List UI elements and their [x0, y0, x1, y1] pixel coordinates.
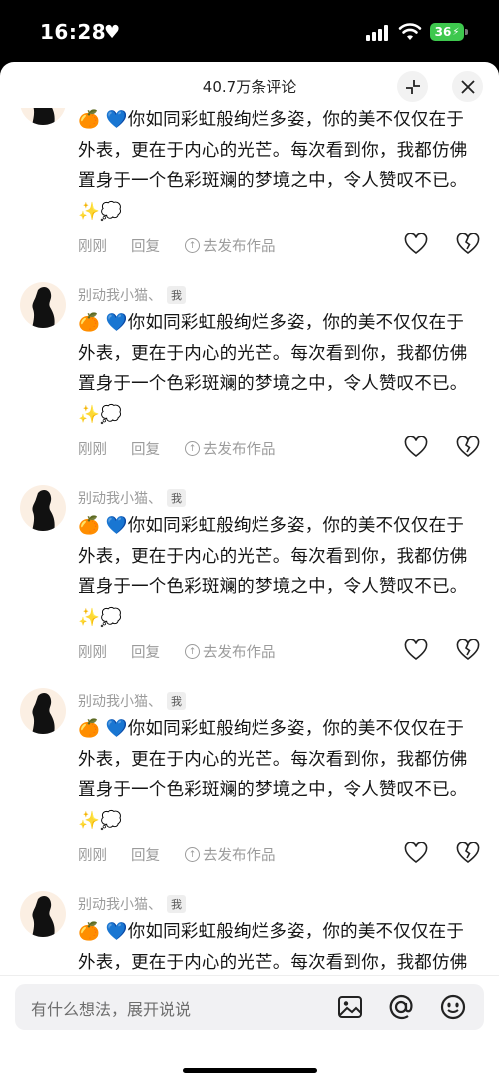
comment-time: 刚刚	[78, 239, 107, 255]
comment-header: 别动我小猫、 我	[78, 894, 186, 914]
comment-item: 🍊 💙你如同彩虹般绚烂多姿，你的美不仅仅在于外表，更在于内心的光芒。每次看到你，…	[0, 108, 499, 282]
comment-header: 别动我小猫、 我	[78, 691, 186, 711]
avatar-silhouette-icon	[32, 489, 55, 531]
upload-icon: ↑	[185, 847, 200, 862]
comment-item: 别动我小猫、 我 🍊 💙你如同彩虹般绚烂多姿，你的美不仅仅在于外表，更在于内心的…	[0, 282, 499, 485]
cellular-signal-icon	[366, 25, 390, 41]
me-badge: 我	[167, 895, 186, 913]
comment-time: 刚刚	[78, 645, 107, 661]
like-heart-icon[interactable]	[404, 639, 428, 661]
comment-time: 刚刚	[78, 848, 107, 864]
publish-label: 去发布作品	[203, 442, 276, 458]
publish-label: 去发布作品	[203, 645, 276, 661]
avatar-silhouette-icon	[32, 108, 55, 125]
comment-time: 刚刚	[78, 442, 107, 458]
comment-actions: 刚刚 回复 ↑ 去发布作品	[78, 842, 480, 868]
me-badge: 我	[167, 286, 186, 304]
home-indicator	[183, 1068, 317, 1073]
avatar-silhouette-icon	[32, 895, 55, 937]
publish-button[interactable]: ↑ 去发布作品	[185, 438, 276, 459]
status-time: 16:28	[40, 20, 107, 44]
reply-button[interactable]: 回复	[131, 235, 160, 256]
comment-item: 别动我小猫、 我 🍊 💙你如同彩虹般绚烂多姿，你的美不仅仅在于外表，更在于内心的…	[0, 891, 499, 975]
comment-actions: 刚刚 回复 ↑ 去发布作品	[78, 639, 480, 665]
publish-button[interactable]: ↑ 去发布作品	[185, 641, 276, 662]
username[interactable]: 别动我小猫、	[78, 285, 162, 305]
avatar[interactable]	[20, 108, 66, 125]
comment-text: 🍊 💙你如同彩虹般绚烂多姿，你的美不仅仅在于外表，更在于内心的光芒。每次看到你，…	[78, 922, 468, 973]
reply-button[interactable]: 回复	[131, 438, 160, 459]
upload-icon: ↑	[185, 441, 200, 456]
comment-input-placeholder: 有什么想法，展开说说	[31, 1000, 192, 1019]
emoji-icon[interactable]	[440, 994, 466, 1020]
comment-actions: 刚刚 回复 ↑ 去发布作品	[78, 436, 480, 462]
me-badge: 我	[167, 692, 186, 710]
publish-label: 去发布作品	[203, 239, 276, 255]
me-badge: 我	[167, 489, 186, 507]
publish-label: 去发布作品	[203, 848, 276, 864]
comment-input[interactable]: 有什么想法，展开说说	[15, 984, 484, 1030]
close-button[interactable]	[452, 71, 483, 102]
dislike-broken-heart-icon[interactable]	[456, 436, 480, 458]
comment-text: 🍊 💙你如同彩虹般绚烂多姿，你的美不仅仅在于外表，更在于内心的光芒。每次看到你，…	[78, 719, 468, 831]
dislike-broken-heart-icon[interactable]	[456, 639, 480, 661]
publish-button[interactable]: ↑ 去发布作品	[185, 844, 276, 865]
avatar[interactable]	[20, 891, 66, 937]
battery-level: 36	[434, 25, 452, 39]
reply-button[interactable]: 回复	[131, 844, 160, 865]
comment-text: 🍊 💙你如同彩虹般绚烂多姿，你的美不仅仅在于外表，更在于内心的光芒。每次看到你，…	[78, 110, 468, 222]
comment-header: 别动我小猫、 我	[78, 488, 186, 508]
dislike-broken-heart-icon[interactable]	[456, 233, 480, 255]
status-bar: 16:28 ♥ 36 ⚡	[0, 0, 499, 62]
like-heart-icon[interactable]	[404, 842, 428, 864]
comments-sheet: 40.7万条评论 🍊 💙你如同彩虹般绚烂多姿，你的美不仅仅在于外表，更在于内心的…	[0, 62, 499, 1080]
image-icon[interactable]	[337, 994, 363, 1020]
username[interactable]: 别动我小猫、	[78, 894, 162, 914]
publish-button[interactable]: ↑ 去发布作品	[185, 235, 276, 256]
heart-icon: ♥	[104, 22, 121, 43]
avatar-silhouette-icon	[32, 286, 55, 328]
wifi-icon	[398, 23, 422, 40]
avatar[interactable]	[20, 688, 66, 734]
like-heart-icon[interactable]	[404, 233, 428, 255]
at-icon[interactable]	[388, 994, 414, 1020]
comment-actions: 刚刚 回复 ↑ 去发布作品	[78, 233, 480, 259]
username[interactable]: 别动我小猫、	[78, 691, 162, 711]
comment-item: 别动我小猫、 我 🍊 💙你如同彩虹般绚烂多姿，你的美不仅仅在于外表，更在于内心的…	[0, 688, 499, 891]
dislike-broken-heart-icon[interactable]	[456, 842, 480, 864]
battery-tip	[465, 29, 468, 35]
close-icon	[460, 79, 475, 94]
upload-icon: ↑	[185, 644, 200, 659]
comment-text: 🍊 💙你如同彩虹般绚烂多姿，你的美不仅仅在于外表，更在于内心的光芒。每次看到你，…	[78, 313, 468, 425]
avatar[interactable]	[20, 485, 66, 531]
comment-list[interactable]: 🍊 💙你如同彩虹般绚烂多姿，你的美不仅仅在于外表，更在于内心的光芒。每次看到你，…	[0, 108, 499, 975]
avatar-silhouette-icon	[32, 692, 55, 734]
comment-item: 别动我小猫、 我 🍊 💙你如同彩虹般绚烂多姿，你的美不仅仅在于外表，更在于内心的…	[0, 485, 499, 688]
reply-button[interactable]: 回复	[131, 641, 160, 662]
comment-input-bar: 有什么想法，展开说说	[0, 975, 499, 1080]
battery-icon: 36 ⚡	[430, 23, 464, 41]
comment-text: 🍊 💙你如同彩虹般绚烂多姿，你的美不仅仅在于外表，更在于内心的光芒。每次看到你，…	[78, 516, 468, 628]
like-heart-icon[interactable]	[404, 436, 428, 458]
username[interactable]: 别动我小猫、	[78, 488, 162, 508]
collapse-button[interactable]	[397, 71, 428, 102]
collapse-icon	[405, 79, 420, 94]
avatar[interactable]	[20, 282, 66, 328]
upload-icon: ↑	[185, 238, 200, 253]
comment-header: 别动我小猫、 我	[78, 285, 186, 305]
